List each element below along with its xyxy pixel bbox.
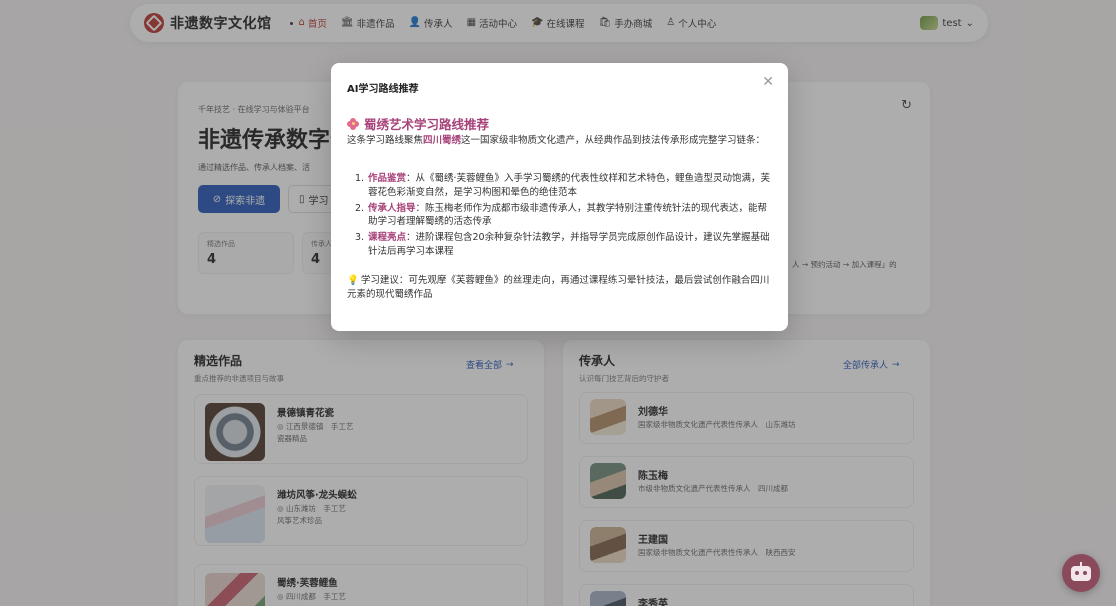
step-content: 传承人指导：陈玉梅老师作为成都市级非遗传承人，其教学特别注重传统针法的现代表达，… [368, 202, 775, 230]
step-head: 课程亮点 [368, 232, 407, 244]
route-step: 2. 传承人指导：陈玉梅老师作为成都市级非遗传承人，其教学特别注重传统针法的现代… [355, 202, 775, 230]
step-body: ：从《蜀绣·芙蓉鲤鱼》入手学习蜀绣的代表性纹样和艺术特色，鲤鱼造型灵动饱满，芙蓉… [368, 173, 771, 198]
flower-icon [347, 117, 359, 130]
intro-highlight: 四川蜀绣 [423, 135, 462, 146]
modal-heading-text: 蜀绣艺术学习路线推荐 [364, 117, 490, 132]
step-content: 作品鉴赏：从《蜀绣·芙蓉鲤鱼》入手学习蜀绣的代表性纹样和艺术特色，鲤鱼造型灵动饱… [368, 172, 775, 200]
robot-icon [1071, 561, 1091, 581]
ai-assistant-button[interactable] [1062, 554, 1100, 592]
modal-title: AI学习路线推荐 [347, 84, 419, 95]
step-body: ：进阶课程包含20余种复杂针法教学，并指导学员完成原创作品设计，建议先掌握基础针… [368, 232, 770, 257]
modal-intro: 这条学习路线聚焦四川蜀绣这一国家级非物质文化遗产，从经典作品到技法传承形成完整学… [347, 134, 773, 148]
step-head: 传承人指导 [368, 202, 416, 214]
intro-text: 这条学习路线聚焦 [347, 135, 424, 146]
intro-text: 这一国家级非物质文化遗产，从经典作品到技法传承形成完整学习链条： [461, 135, 766, 146]
step-body: ：陈玉梅老师作为成都市级非遗传承人，其教学特别注重传统针法的现代表达，能帮助学习… [368, 202, 768, 228]
step-content: 课程亮点：进阶课程包含20余种复杂针法教学，并指导学员完成原创作品设计，建议先掌… [368, 231, 775, 259]
step-number: 3. [355, 232, 365, 244]
close-icon[interactable]: ✕ [762, 74, 774, 90]
route-step: 3. 课程亮点：进阶课程包含20余种复杂针法教学，并指导学员完成原创作品设计，建… [355, 231, 775, 259]
step-number: 2. [355, 202, 365, 214]
step-number: 1. [355, 173, 365, 184]
learning-tip: 💡 学习建议：可先观摩《芙蓉鲤鱼》的丝理走向，再通过课程练习晕针技法，最后尝试创作… [347, 274, 773, 303]
route-step: 1. 作品鉴赏：从《蜀绣·芙蓉鲤鱼》入手学习蜀绣的代表性纹样和艺术特色，鲤鱼造型… [355, 172, 775, 200]
modal-heading: 蜀绣艺术学习路线推荐 [347, 114, 489, 133]
step-head: 作品鉴赏 [368, 173, 407, 184]
route-steps: 1. 作品鉴赏：从《蜀绣·芙蓉鲤鱼》入手学习蜀绣的代表性纹样和艺术特色，鲤鱼造型… [355, 172, 775, 261]
tip-text: 学习建议：可先观摩《芙蓉鲤鱼》的丝理走向，再通过课程练习晕针技法，最后尝试创作融… [347, 275, 770, 301]
lightbulb-icon: 💡 [347, 275, 359, 286]
ai-route-modal: AI学习路线推荐 ✕ 蜀绣艺术学习路线推荐 这条学习路线聚焦四川蜀绣这一国家级非… [331, 63, 788, 331]
